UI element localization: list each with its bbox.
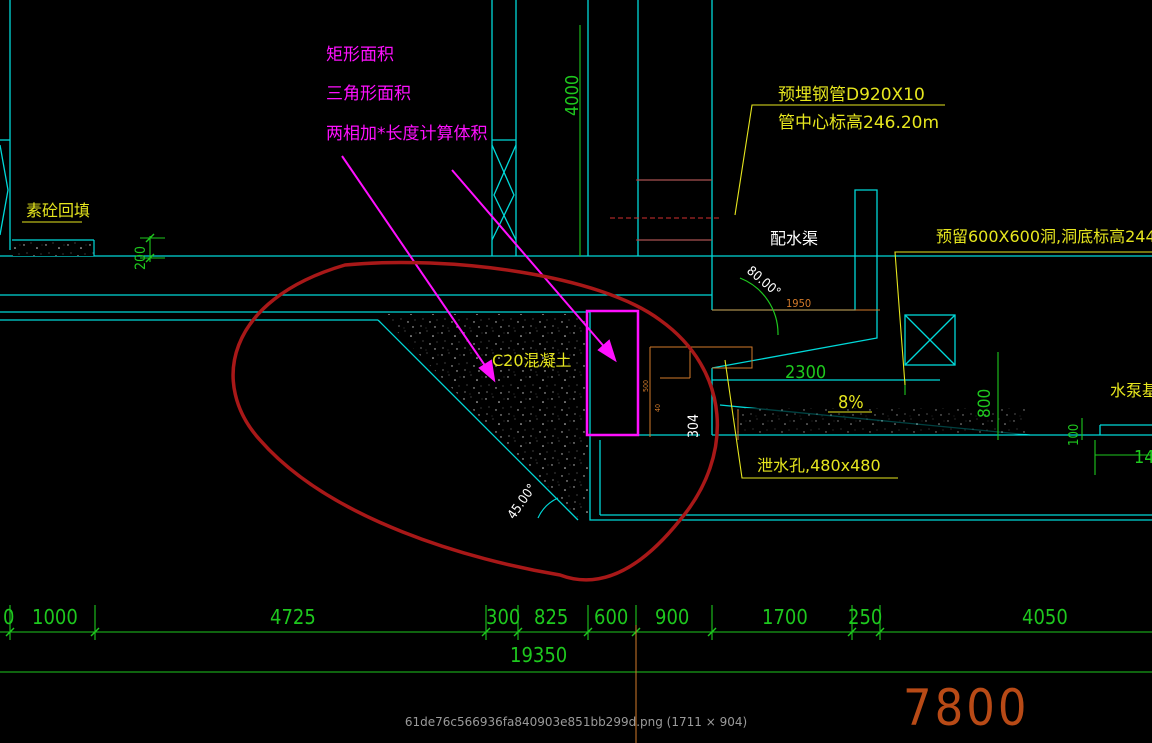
dim-bottom-label: 1000 (32, 605, 78, 629)
label-concrete: C20混凝土 (492, 351, 572, 370)
dim-small-a: 500 (642, 380, 650, 392)
dim-14: 14 (1134, 447, 1152, 468)
label-pump: 水泵基 (1110, 381, 1152, 400)
dim-angle45: 45.00° (505, 481, 540, 522)
label-channel: 配水渠 (770, 229, 818, 248)
concrete-fill (380, 314, 588, 518)
dim-200: 200 (133, 246, 149, 270)
bottom-dimension-labels: 0 1000 4725 300 825 600 900 1700 250 405… (3, 605, 1068, 629)
dim-1950: 1950 (786, 297, 811, 310)
image-caption: 61de76c566936fa840903e851bb299d.png (171… (404, 715, 748, 729)
dim-bottom-label: 4050 (1022, 605, 1068, 629)
dim-total: 19350 (510, 643, 567, 667)
label-slope: 8% (838, 392, 864, 413)
rect-area-box[interactable] (585, 309, 640, 437)
dim-100: 100 (1067, 424, 1082, 446)
dim-bottom-label: 1700 (762, 605, 808, 629)
backfill-fill (12, 240, 94, 256)
dim-4000: 4000 (562, 75, 583, 116)
dim-bottom-label: 600 (594, 605, 628, 629)
annotation-rect-area: 矩形面积 (326, 45, 394, 65)
highlight-circle (231, 260, 720, 582)
dim-bottom-label: 300 (486, 605, 520, 629)
dim-bottom-label: 900 (655, 605, 689, 629)
dim-bottom-label: 250 (848, 605, 882, 629)
cad-drawing: 矩形面积 三角形面积 两相加*长度计算体积 素砼回填 预埋钢管D920X10 管… (0, 0, 1152, 743)
label-pipe-center: 管中心标高246.20m (778, 113, 939, 133)
label-drain-hole: 泄水孔,480x480 (757, 456, 881, 475)
dim-800: 800 (975, 389, 995, 418)
annotation-volume: 两相加*长度计算体积 (326, 124, 488, 144)
dim-bottom-label: 4725 (270, 605, 316, 629)
dim-bottom-label: 0 (3, 605, 14, 629)
dim-small-b: 40 (654, 404, 662, 412)
dim-bottom-label: 825 (534, 605, 568, 629)
label-pipe-spec: 预埋钢管D920X10 (778, 85, 925, 105)
annotation-triangle-area: 三角形面积 (326, 84, 411, 104)
dim-2300: 2300 (785, 362, 826, 383)
label-reserved-hole: 预留600X600洞,洞底标高244 (936, 227, 1152, 246)
angle45-arc (537, 497, 559, 519)
label-backfill: 素砼回填 (26, 201, 90, 220)
dim-304: 304 (686, 414, 702, 438)
